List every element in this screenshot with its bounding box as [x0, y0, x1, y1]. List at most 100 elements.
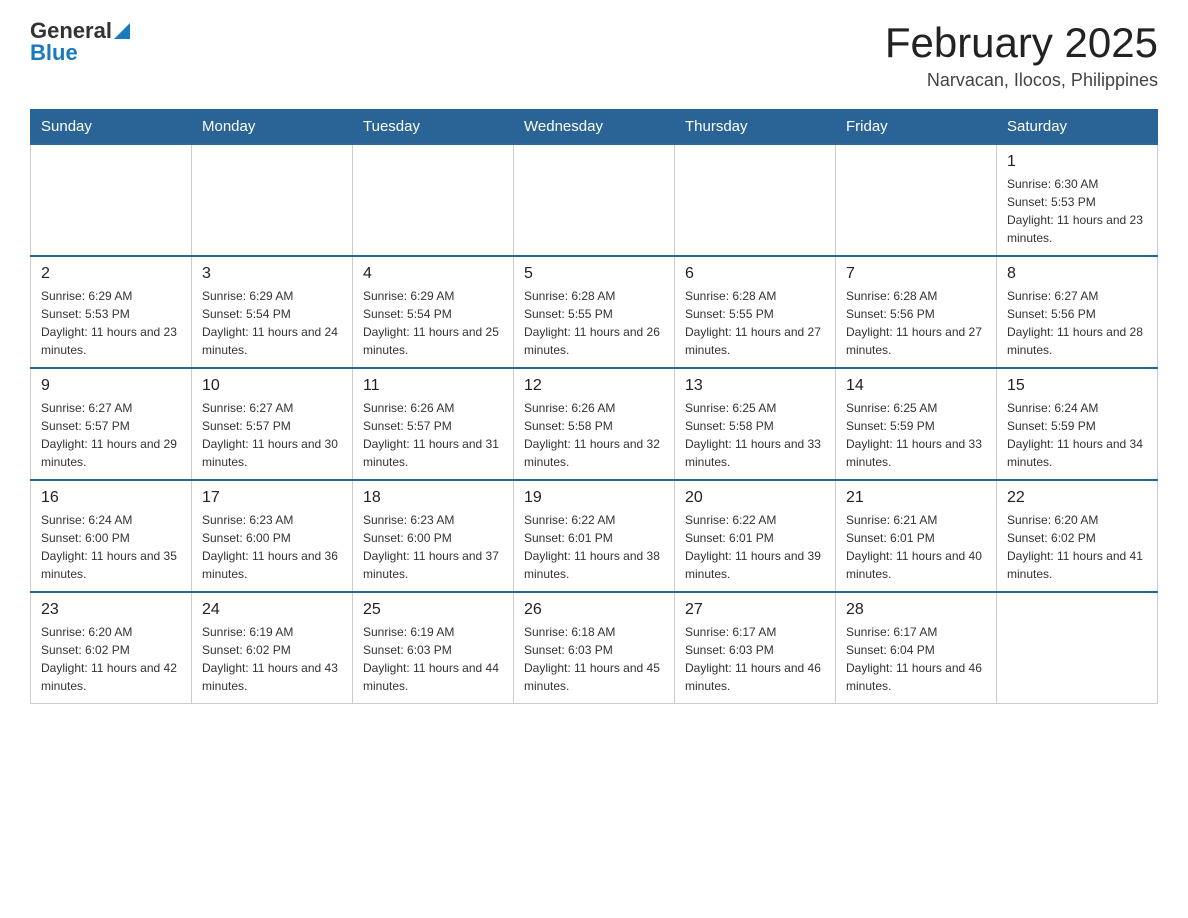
calendar-cell: 20 Sunrise: 6:22 AM Sunset: 6:01 PM Dayli…: [675, 480, 836, 592]
day-number: 6: [685, 265, 825, 283]
day-number: 19: [524, 489, 664, 507]
calendar-cell: [675, 144, 836, 256]
calendar-cell: [997, 592, 1158, 704]
calendar-cell: [353, 144, 514, 256]
logo-general-text: General: [30, 20, 112, 42]
day-info: Sunrise: 6:25 AM Sunset: 5:59 PM Dayligh…: [846, 399, 986, 471]
day-info: Sunrise: 6:28 AM Sunset: 5:55 PM Dayligh…: [685, 287, 825, 359]
day-number: 25: [363, 601, 503, 619]
calendar-cell: 2Sunrise: 6:29 AM Sunset: 5:53 PM Daylig…: [31, 256, 192, 368]
calendar-cell: 15 Sunrise: 6:24 AM Sunset: 5:59 PM Dayli…: [997, 368, 1158, 480]
calendar-subtitle: Narvacan, Ilocos, Philippines: [885, 70, 1158, 91]
day-number: 14: [846, 377, 986, 395]
logo: General Blue: [30, 20, 130, 65]
day-info: Sunrise: 6:23 AM Sunset: 6:00 PM Dayligh…: [363, 511, 503, 583]
calendar-cell: 9 Sunrise: 6:27 AM Sunset: 5:57 PM Daylig…: [31, 368, 192, 480]
calendar-cell: 27 Sunrise: 6:17 AM Sunset: 6:03 PM Dayli…: [675, 592, 836, 704]
day-info: Sunrise: 6:26 AM Sunset: 5:58 PM Dayligh…: [524, 399, 664, 471]
calendar-cell: 3Sunrise: 6:29 AM Sunset: 5:54 PM Daylig…: [192, 256, 353, 368]
day-info: Sunrise: 6:22 AM Sunset: 6:01 PM Dayligh…: [685, 511, 825, 583]
calendar-cell: [836, 144, 997, 256]
calendar-week-row: 2Sunrise: 6:29 AM Sunset: 5:53 PM Daylig…: [31, 256, 1158, 368]
day-info: Sunrise: 6:29 AM Sunset: 5:53 PM Dayligh…: [41, 287, 181, 359]
calendar-cell: 25 Sunrise: 6:19 AM Sunset: 6:03 PM Dayli…: [353, 592, 514, 704]
day-info: Sunrise: 6:29 AM Sunset: 5:54 PM Dayligh…: [363, 287, 503, 359]
calendar-cell: 19 Sunrise: 6:22 AM Sunset: 6:01 PM Dayli…: [514, 480, 675, 592]
day-number: 5: [524, 265, 664, 283]
calendar-cell: 6 Sunrise: 6:28 AM Sunset: 5:55 PM Daylig…: [675, 256, 836, 368]
calendar-header-row: Sunday Monday Tuesday Wednesday Thursday…: [31, 110, 1158, 145]
calendar-cell: [192, 144, 353, 256]
logo-triangle-icon: [114, 23, 130, 39]
day-info: Sunrise: 6:28 AM Sunset: 5:55 PM Dayligh…: [524, 287, 664, 359]
day-number: 4: [363, 265, 503, 283]
day-number: 28: [846, 601, 986, 619]
calendar-week-row: 9 Sunrise: 6:27 AM Sunset: 5:57 PM Daylig…: [31, 368, 1158, 480]
calendar-cell: 10 Sunrise: 6:27 AM Sunset: 5:57 PM Dayli…: [192, 368, 353, 480]
day-info: Sunrise: 6:28 AM Sunset: 5:56 PM Dayligh…: [846, 287, 986, 359]
day-number: 24: [202, 601, 342, 619]
day-info: Sunrise: 6:19 AM Sunset: 6:03 PM Dayligh…: [363, 623, 503, 695]
day-number: 15: [1007, 377, 1147, 395]
day-number: 11: [363, 377, 503, 395]
calendar-table: Sunday Monday Tuesday Wednesday Thursday…: [30, 109, 1158, 704]
day-number: 9: [41, 377, 181, 395]
day-info: Sunrise: 6:24 AM Sunset: 5:59 PM Dayligh…: [1007, 399, 1147, 471]
col-friday: Friday: [836, 110, 997, 145]
day-info: Sunrise: 6:27 AM Sunset: 5:57 PM Dayligh…: [41, 399, 181, 471]
day-number: 20: [685, 489, 825, 507]
calendar-cell: 8Sunrise: 6:27 AM Sunset: 5:56 PM Daylig…: [997, 256, 1158, 368]
calendar-cell: 21Sunrise: 6:21 AM Sunset: 6:01 PM Dayli…: [836, 480, 997, 592]
day-number: 10: [202, 377, 342, 395]
calendar-cell: 12 Sunrise: 6:26 AM Sunset: 5:58 PM Dayli…: [514, 368, 675, 480]
day-info: Sunrise: 6:17 AM Sunset: 6:03 PM Dayligh…: [685, 623, 825, 695]
day-info: Sunrise: 6:19 AM Sunset: 6:02 PM Dayligh…: [202, 623, 342, 695]
calendar-cell: 26 Sunrise: 6:18 AM Sunset: 6:03 PM Dayli…: [514, 592, 675, 704]
col-tuesday: Tuesday: [353, 110, 514, 145]
day-info: Sunrise: 6:25 AM Sunset: 5:58 PM Dayligh…: [685, 399, 825, 471]
day-number: 22: [1007, 489, 1147, 507]
day-number: 23: [41, 601, 181, 619]
day-info: Sunrise: 6:27 AM Sunset: 5:57 PM Dayligh…: [202, 399, 342, 471]
day-info: Sunrise: 6:27 AM Sunset: 5:56 PM Dayligh…: [1007, 287, 1147, 359]
day-number: 12: [524, 377, 664, 395]
calendar-cell: 22 Sunrise: 6:20 AM Sunset: 6:02 PM Dayli…: [997, 480, 1158, 592]
calendar-cell: 16Sunrise: 6:24 AM Sunset: 6:00 PM Dayli…: [31, 480, 192, 592]
day-number: 26: [524, 601, 664, 619]
calendar-cell: [514, 144, 675, 256]
calendar-cell: 1Sunrise: 6:30 AM Sunset: 5:53 PM Daylig…: [997, 144, 1158, 256]
calendar-cell: 14 Sunrise: 6:25 AM Sunset: 5:59 PM Dayli…: [836, 368, 997, 480]
calendar-week-row: 16Sunrise: 6:24 AM Sunset: 6:00 PM Dayli…: [31, 480, 1158, 592]
day-number: 7: [846, 265, 986, 283]
calendar-cell: 23 Sunrise: 6:20 AM Sunset: 6:02 PM Dayli…: [31, 592, 192, 704]
calendar-week-row: 1Sunrise: 6:30 AM Sunset: 5:53 PM Daylig…: [31, 144, 1158, 256]
day-number: 13: [685, 377, 825, 395]
calendar-cell: 4 Sunrise: 6:29 AM Sunset: 5:54 PM Daylig…: [353, 256, 514, 368]
col-sunday: Sunday: [31, 110, 192, 145]
day-info: Sunrise: 6:23 AM Sunset: 6:00 PM Dayligh…: [202, 511, 342, 583]
calendar-week-row: 23 Sunrise: 6:20 AM Sunset: 6:02 PM Dayli…: [31, 592, 1158, 704]
calendar-cell: 17Sunrise: 6:23 AM Sunset: 6:00 PM Dayli…: [192, 480, 353, 592]
day-info: Sunrise: 6:21 AM Sunset: 6:01 PM Dayligh…: [846, 511, 986, 583]
title-block: February 2025 Narvacan, Ilocos, Philippi…: [885, 20, 1158, 91]
logo-blue-text: Blue: [30, 40, 78, 65]
calendar-cell: 5 Sunrise: 6:28 AM Sunset: 5:55 PM Daylig…: [514, 256, 675, 368]
calendar-cell: 11 Sunrise: 6:26 AM Sunset: 5:57 PM Dayli…: [353, 368, 514, 480]
col-saturday: Saturday: [997, 110, 1158, 145]
day-info: Sunrise: 6:26 AM Sunset: 5:57 PM Dayligh…: [363, 399, 503, 471]
day-info: Sunrise: 6:20 AM Sunset: 6:02 PM Dayligh…: [41, 623, 181, 695]
day-info: Sunrise: 6:24 AM Sunset: 6:00 PM Dayligh…: [41, 511, 181, 583]
calendar-cell: 24 Sunrise: 6:19 AM Sunset: 6:02 PM Dayli…: [192, 592, 353, 704]
day-info: Sunrise: 6:17 AM Sunset: 6:04 PM Dayligh…: [846, 623, 986, 695]
col-wednesday: Wednesday: [514, 110, 675, 145]
page-header: General Blue February 2025 Narvacan, Ilo…: [30, 20, 1158, 91]
day-number: 27: [685, 601, 825, 619]
day-info: Sunrise: 6:20 AM Sunset: 6:02 PM Dayligh…: [1007, 511, 1147, 583]
day-number: 18: [363, 489, 503, 507]
calendar-cell: 28 Sunrise: 6:17 AM Sunset: 6:04 PM Dayli…: [836, 592, 997, 704]
day-info: Sunrise: 6:22 AM Sunset: 6:01 PM Dayligh…: [524, 511, 664, 583]
day-info: Sunrise: 6:18 AM Sunset: 6:03 PM Dayligh…: [524, 623, 664, 695]
calendar-cell: [31, 144, 192, 256]
day-number: 3: [202, 265, 342, 283]
calendar-cell: 7 Sunrise: 6:28 AM Sunset: 5:56 PM Daylig…: [836, 256, 997, 368]
